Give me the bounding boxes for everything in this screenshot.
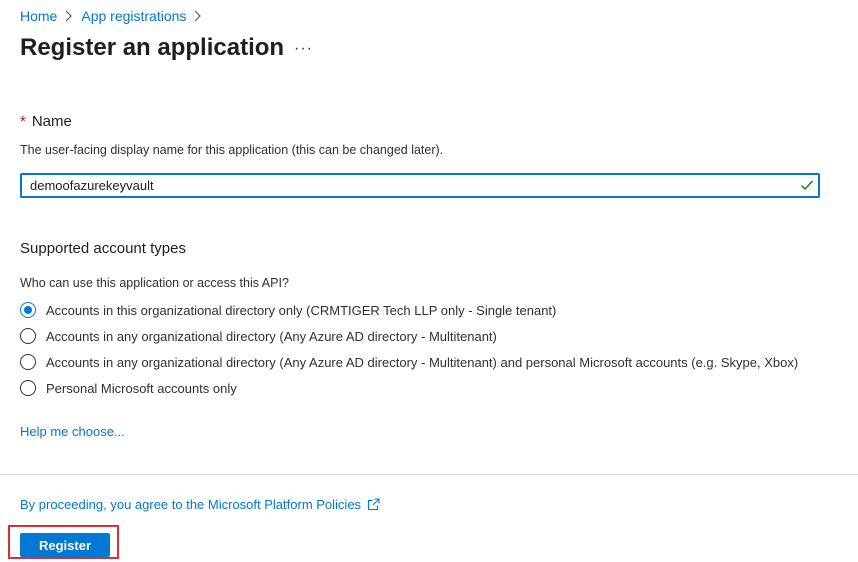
breadcrumb-app-registrations[interactable]: App registrations	[81, 8, 186, 24]
external-link-icon[interactable]	[367, 498, 380, 511]
name-label-text: Name	[31, 113, 72, 130]
footer-divider	[0, 474, 858, 475]
radio-label: Accounts in any organizational directory…	[46, 328, 497, 344]
required-marker: *	[20, 113, 26, 130]
account-types-question: Who can use this application or access t…	[20, 276, 289, 290]
radio-option-single-tenant[interactable]: Accounts in this organizational director…	[20, 302, 556, 318]
platform-policies-link[interactable]: By proceeding, you agree to the Microsof…	[20, 497, 361, 512]
page-title: Register an application	[20, 34, 285, 61]
radio-button[interactable]	[20, 354, 36, 370]
chevron-right-icon	[65, 10, 73, 22]
radio-label: Accounts in this organizational director…	[46, 302, 557, 318]
radio-option-multitenant[interactable]: Accounts in any organizational directory…	[20, 328, 497, 344]
breadcrumb-home[interactable]: Home	[20, 8, 57, 24]
breadcrumb: Home App registrations	[20, 8, 210, 24]
radio-label: Personal Microsoft accounts only	[46, 380, 237, 396]
name-label: * Name	[20, 113, 72, 130]
more-options-icon[interactable]: ···	[294, 40, 313, 58]
radio-button[interactable]	[20, 328, 36, 344]
policy-row: By proceeding, you agree to the Microsof…	[20, 497, 380, 512]
account-types-heading: Supported account types	[20, 240, 186, 257]
checkmark-icon	[801, 180, 814, 191]
chevron-right-icon	[194, 10, 202, 22]
name-input-container	[20, 173, 820, 198]
radio-button[interactable]	[20, 380, 36, 396]
help-me-choose-link[interactable]: Help me choose...	[20, 424, 125, 439]
register-button[interactable]: Register	[20, 533, 110, 557]
name-input[interactable]	[22, 175, 790, 196]
radio-option-multitenant-personal[interactable]: Accounts in any organizational directory…	[20, 354, 798, 370]
radio-button[interactable]	[20, 302, 36, 318]
radio-option-personal-only[interactable]: Personal Microsoft accounts only	[20, 380, 237, 396]
radio-label: Accounts in any organizational directory…	[46, 354, 799, 370]
name-description: The user-facing display name for this ap…	[20, 143, 444, 157]
